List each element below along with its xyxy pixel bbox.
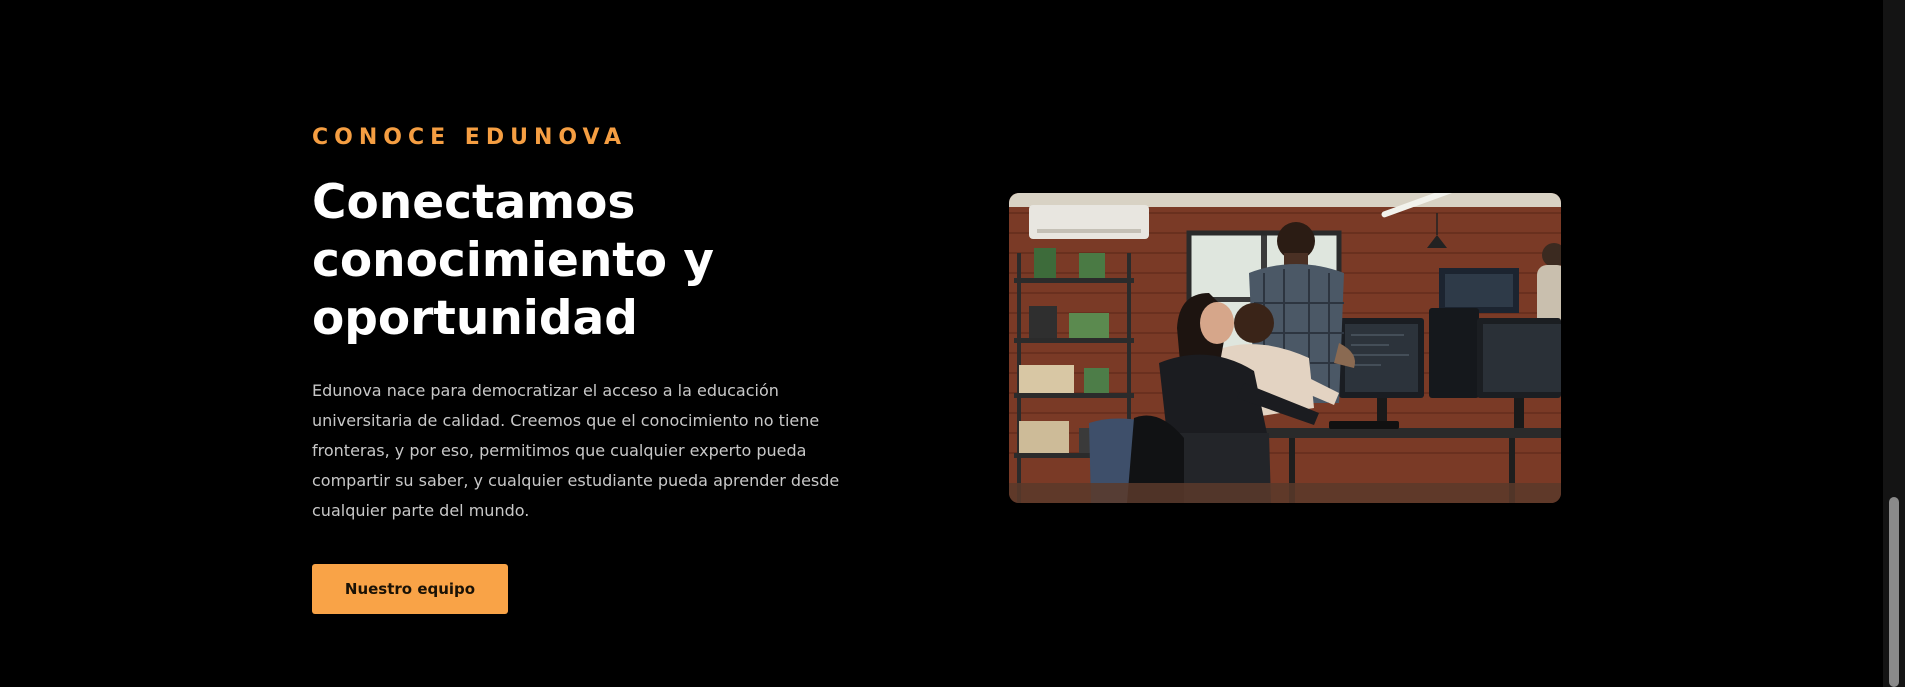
scrollbar-thumb[interactable] [1889,497,1899,687]
office-team-image [1009,193,1561,503]
about-section: CONOCE EDUNOVA Conectamos conocimiento y… [312,125,892,614]
section-heading: Conectamos conocimiento y oportunidad [312,175,715,346]
team-button[interactable]: Nuestro equipo [312,564,508,614]
section-eyebrow: CONOCE EDUNOVA [312,125,628,150]
about-page: CONOCE EDUNOVA Conectamos conocimiento y… [0,0,1905,687]
page-scrollbar[interactable] [1883,0,1905,687]
section-description: Edunova nace para democratizar el acceso… [312,381,840,520]
